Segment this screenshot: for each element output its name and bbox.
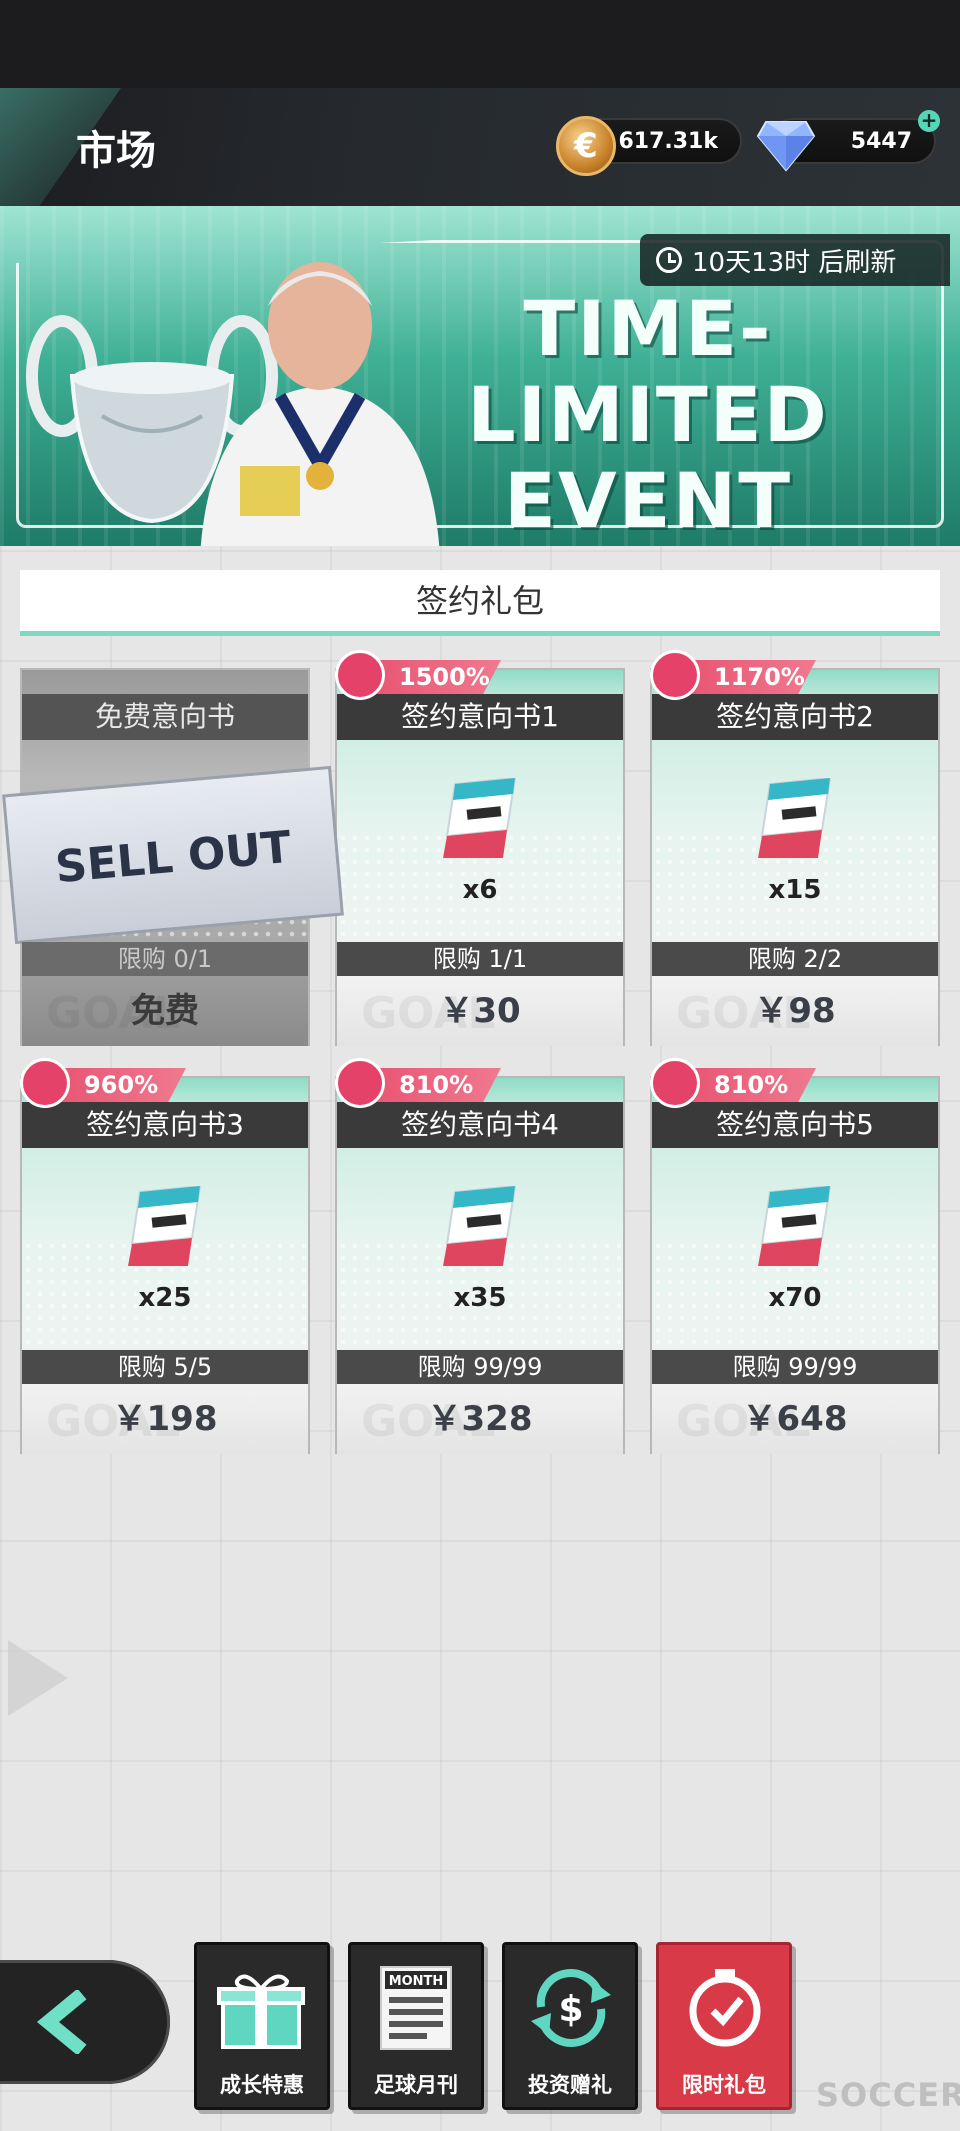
contract-icon (443, 778, 517, 858)
clock-icon (656, 247, 682, 273)
nav-investment-gift[interactable]: $ 投资赠礼 (502, 1942, 638, 2110)
bonus-badge: 1500% (333, 650, 503, 700)
nav-label: 成长特惠 (220, 2073, 304, 2097)
purchase-limit: 限购 99/99 (337, 1350, 623, 1384)
diamond-icon (756, 121, 816, 172)
purchase-limit: 限购 2/2 (652, 942, 938, 976)
pack-name: 签约意向书4 (337, 1102, 623, 1148)
brand-watermark: SOCCER (816, 2076, 960, 2114)
sold-out-label: SELL OUT (2, 765, 344, 945)
event-title-line1: TIME-LIMITED (467, 284, 829, 459)
dollar-symbol: $ (558, 1989, 583, 2030)
timer-icon (689, 1969, 761, 2047)
purchase-limit: 限购 99/99 (652, 1350, 938, 1384)
timer-text: 10天13时 后刷新 (692, 247, 897, 278)
purchase-limit: 限购 5/5 (22, 1350, 308, 1384)
event-title-line2: EVENT (503, 456, 793, 545)
refresh-timer: 10天13时 后刷新 (640, 234, 950, 286)
purchase-limit: 限购 1/1 (337, 942, 623, 976)
bonus-badge: 1170% (648, 650, 818, 700)
contract-icon (758, 778, 832, 858)
nav-football-monthly[interactable]: MONTH 足球月刊 (348, 1942, 484, 2110)
event-banner[interactable]: 10天13时 后刷新 TIME-LIMITED EVENT (0, 206, 960, 546)
price-button[interactable]: GOAL ￥328 (337, 1384, 623, 1454)
background-arrow-decoration (8, 1640, 68, 1716)
pack-name: 免费意向书 (22, 694, 308, 740)
contract-icon (758, 1186, 832, 1266)
gift-icon (217, 1974, 305, 2049)
back-arrow-icon (36, 1990, 87, 2054)
nav-label: 投资赠礼 (528, 2073, 612, 2097)
bonus-badge: 810% (333, 1058, 503, 1108)
pack-card-2[interactable]: 签约意向书2 x15 限购 2/2 GOAL ￥98 1170% (650, 650, 940, 1046)
price-button[interactable]: GOAL 免费 (22, 976, 308, 1046)
status-bar (0, 0, 960, 88)
price-label: ￥198 (112, 1399, 218, 1439)
thumbs-up-icon (335, 650, 385, 700)
pack-name: 签约意向书1 (337, 694, 623, 740)
thumbs-up-icon (20, 1058, 70, 1108)
pack-name: 签约意向书2 (652, 694, 938, 740)
price-label: ￥98 (754, 991, 836, 1031)
pack-quantity: x70 (768, 1283, 822, 1313)
pack-card-3[interactable]: 签约意向书3 x25 限购 5/5 GOAL ￥198 960% (20, 1058, 310, 1454)
price-button[interactable]: GOAL ￥30 (337, 976, 623, 1046)
nav-label: 限时礼包 (682, 2073, 766, 2097)
price-label: ￥328 (427, 1399, 533, 1439)
contract-icon (128, 1186, 202, 1266)
nav-growth-deals[interactable]: 成长特惠 (194, 1942, 330, 2110)
nav-limited-gift[interactable]: 限时礼包 (656, 1942, 792, 2110)
price-button[interactable]: GOAL ￥648 (652, 1384, 938, 1454)
price-label: 免费 (131, 991, 199, 1031)
event-title: TIME-LIMITED EVENT (408, 286, 888, 544)
thumbs-up-icon (650, 1058, 700, 1108)
pack-card-5[interactable]: 签约意向书5 x70 限购 99/99 GOAL ￥648 810% (650, 1058, 940, 1454)
pack-name: 签约意向书3 (22, 1102, 308, 1148)
pack-card-free[interactable]: 免费意向书 SELL OUT 限购 0/1 GOAL 免费 (2, 668, 344, 1046)
pack-name: 签约意向书5 (652, 1102, 938, 1148)
magazine-icon: MONTH (380, 1966, 452, 2050)
thumbs-up-icon (650, 650, 700, 700)
bottom-nav: 成长特惠 MONTH 足球月刊 $ 投资赠礼 限时礼包 SOCCER (0, 1942, 960, 2131)
magazine-icon-text: MONTH (389, 1974, 444, 1989)
pack-quantity: x35 (453, 1283, 507, 1313)
add-gems-icon[interactable]: + (918, 110, 940, 132)
bonus-badge: 810% (648, 1058, 818, 1108)
contract-icon (443, 1186, 517, 1266)
pack-card-4[interactable]: 签约意向书4 x35 限购 99/99 GOAL ￥328 810% (335, 1058, 625, 1454)
nav-label: 足球月刊 (374, 2073, 458, 2097)
bonus-badge: 960% (18, 1058, 188, 1108)
pack-card-1[interactable]: 签约意向书1 x6 限购 1/1 GOAL ￥30 1500% (335, 650, 625, 1046)
thumbs-up-icon (335, 1058, 385, 1108)
price-label: ￥648 (742, 1399, 848, 1439)
pack-quantity: x15 (768, 875, 822, 905)
purchase-limit: 限购 0/1 (22, 942, 308, 976)
top-header: 市场 617.31k 5447 (0, 88, 960, 206)
euro-coin-icon: € (556, 116, 616, 176)
back-button[interactable] (0, 1960, 170, 2084)
dollar-cycle-icon: $ (531, 1969, 611, 2047)
price-button[interactable]: GOAL ￥198 (22, 1384, 308, 1454)
pack-quantity: x6 (462, 875, 498, 905)
price-label: ￥30 (439, 991, 521, 1031)
pack-quantity: x25 (138, 1283, 192, 1313)
section-title: 签约礼包 (20, 570, 940, 636)
page-title: 市场 (76, 128, 156, 174)
price-button[interactable]: GOAL ￥98 (652, 976, 938, 1046)
